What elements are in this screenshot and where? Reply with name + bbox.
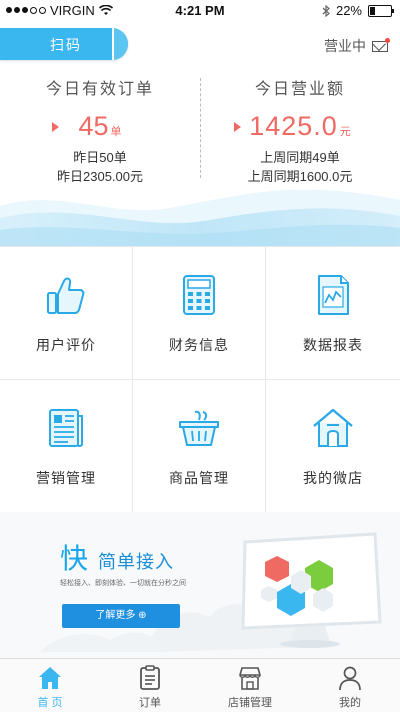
business-status-label: 营业中 [324,38,366,54]
scan-button[interactable]: 扫码 [0,28,128,60]
person-icon [339,666,361,691]
scan-toggle-knob [112,28,128,60]
revenue-stat: 今日营业额 1425.0 元 上周同期49单 上周同期1600.0元 [200,75,400,186]
tab-label: 我的 [339,697,361,709]
grid-item-products[interactable]: 商品管理 [133,380,266,513]
business-status[interactable]: 营业中 [324,36,390,56]
scan-label: 扫码 [50,37,82,53]
tab-label: 店铺管理 [228,697,272,709]
orders-stat: 今日有效订单 45 单 昨日50单 昨日2305.00元 [0,75,200,186]
calculator-icon [183,275,215,315]
newspaper-icon [49,409,83,447]
monitor-illustration [241,532,382,648]
home-icon [39,667,61,689]
orders-yesterday: 昨日50单 [73,150,127,165]
bluetooth-icon [322,4,330,17]
banner-headline: 简单接入 [98,552,174,572]
tab-me[interactable]: 我的 [300,659,400,712]
orders-unit: 单 [110,126,122,138]
grid-item-marketing[interactable]: 营销管理 [0,380,133,513]
revenue-last-week: 上周同期49单 [260,150,340,165]
banner-tagline: 轻松接入、即刻体验、一切就在分秒之间 [60,580,186,587]
orders-value: 45 [78,111,109,141]
revenue-value: 1425.0 [249,111,338,141]
bottom-tab-bar: 首 页 订单 店铺管理 我的 [0,658,400,712]
clipboard-icon [140,665,160,690]
tab-home[interactable]: 首 页 [0,659,100,712]
basket-icon [179,410,219,446]
learn-more-button[interactable]: 了解更多 ⊕ [62,604,180,628]
grid-item-label: 我的微店 [303,470,363,486]
battery-percent: 22% [335,3,362,18]
report-chart-icon [318,275,349,315]
trend-arrow-icon [52,122,59,132]
thumbs-up-icon [47,277,85,314]
grid-item-user-reviews[interactable]: 用户评价 [0,247,133,380]
orders-value-row: 45 单 [0,111,200,142]
wave-decoration [0,189,400,246]
grid-item-label: 营销管理 [36,470,96,486]
tab-store-management[interactable]: 店铺管理 [200,659,300,712]
grid-item-reports[interactable]: 数据报表 [266,247,400,380]
revenue-unit: 元 [339,126,351,138]
banner-big-char: 快 [60,543,89,574]
orders-title: 今日有效订单 [45,81,154,98]
battery-icon [368,4,394,17]
mail-icon[interactable] [372,37,390,52]
feature-grid: 用户评价 财务信息 数据报表 营销管理 商品管理 我的微店 [0,246,400,513]
trend-arrow-icon [234,122,241,132]
grid-item-label: 财务信息 [169,337,229,353]
revenue-value-row: 1425.0 元 [200,111,400,142]
notification-dot [385,37,390,43]
tab-orders[interactable]: 订单 [100,659,200,712]
grid-item-finance[interactable]: 财务信息 [133,247,266,380]
shop-house-icon [313,408,353,447]
grid-item-my-shop[interactable]: 我的微店 [266,380,400,513]
tab-label: 订单 [139,697,161,709]
status-bar: VIRGIN 4:21 PM 22% [0,0,400,22]
tab-label: 首 页 [37,697,63,709]
grid-item-label: 用户评价 [36,337,96,353]
promo-banner[interactable]: 快 简单接入 轻松接入、即刻体验、一切就在分秒之间 了解更多 ⊕ [0,512,400,658]
stats-divider [200,78,201,178]
grid-item-label: 数据报表 [303,337,363,353]
revenue-title: 今日营业额 [254,81,345,98]
battery-area: 22% [322,3,394,18]
grid-item-label: 商品管理 [169,470,229,486]
store-icon [239,667,261,690]
